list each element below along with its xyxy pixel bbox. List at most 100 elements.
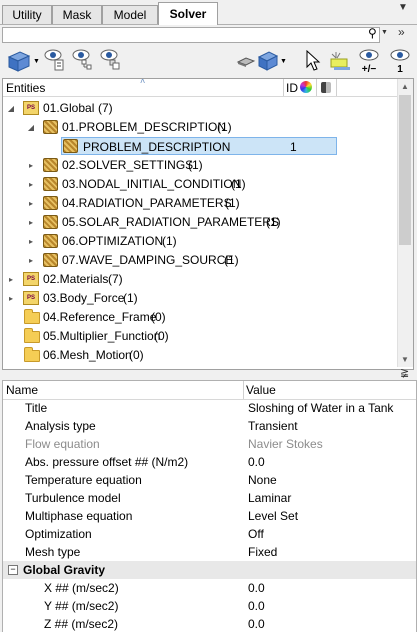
collapse-panel-icon[interactable]: ≩ <box>400 366 409 379</box>
panel-splitter[interactable]: ≩ <box>0 366 417 379</box>
color-wheel-icon[interactable] <box>300 81 312 93</box>
node-label: 02.SOLVER_SETTINGS <box>62 158 194 172</box>
expand-arrow-icon[interactable]: ▸ <box>27 232 35 251</box>
show-list-icon[interactable] <box>98 48 122 75</box>
display-cube-button[interactable]: ▼ <box>256 48 287 74</box>
property-row-gravity-x[interactable]: X ## (m/sec2) 0.0 <box>3 579 416 597</box>
property-group-global-gravity[interactable]: − Global Gravity <box>3 561 416 579</box>
tree-node-solver-settings[interactable]: ▸ 02.SOLVER_SETTINGS (1) <box>3 156 397 175</box>
tree-node-global[interactable]: ◢ PS 01.Global (7) <box>3 99 397 118</box>
property-value: Navier Stokes <box>248 437 323 451</box>
expand-toolbar-icon[interactable]: » <box>398 25 405 39</box>
scroll-thumb[interactable] <box>399 95 411 245</box>
property-value[interactable]: 0.0 <box>248 615 265 632</box>
scroll-down-icon[interactable]: ▼ <box>401 355 409 364</box>
value-column-header[interactable]: Value <box>246 381 276 399</box>
tree-node-nodal-initial-condition[interactable]: ▸ 03.NODAL_INITIAL_CONDITION (1) <box>3 175 397 194</box>
tree-node-multiplier-function[interactable]: 05.Multiplier_Function (0) <box>3 327 397 346</box>
expand-arrow-icon[interactable]: ▸ <box>27 251 35 270</box>
collapse-arrow-icon[interactable]: ◢ <box>27 118 35 137</box>
dropdown-icon: ▼ <box>33 57 40 65</box>
sort-arrow-icon: ˄ <box>140 78 146 86</box>
property-name: Analysis type <box>25 419 96 433</box>
expand-arrow-icon[interactable]: ▸ <box>27 194 35 213</box>
group-label: Global Gravity <box>23 563 106 577</box>
property-name: X ## (m/sec2) <box>44 581 119 595</box>
node-label: 03.NODAL_INITIAL_CONDITION <box>62 177 242 191</box>
display-mode-icon[interactable] <box>321 82 331 93</box>
show-id-icon[interactable] <box>42 48 66 75</box>
node-count: (1) <box>224 253 239 267</box>
name-column-header[interactable]: Name <box>6 381 38 399</box>
surface-icon[interactable] <box>236 52 256 73</box>
property-value[interactable]: 0.0 <box>248 579 265 597</box>
menu-down-icon[interactable]: ▼ <box>398 2 408 13</box>
property-name: Optimization <box>25 527 92 541</box>
tree-node-problem-description[interactable]: ◢ 01.PROBLEM_DESCRIPTION (1) <box>3 118 397 137</box>
property-row-multiphase-equation[interactable]: Multiphase equation Level Set <box>3 507 416 525</box>
property-name: Flow equation <box>25 437 100 451</box>
property-value[interactable]: Off <box>248 525 264 543</box>
scroll-up-icon[interactable]: ▲ <box>401 82 409 91</box>
property-value[interactable]: Transient <box>248 417 298 435</box>
search-dropdown-icon[interactable]: ▼ <box>381 29 388 36</box>
show-toggle-button[interactable]: +/− <box>356 48 382 75</box>
property-header: Name Value <box>3 381 416 400</box>
card-icon <box>43 234 58 248</box>
expand-arrow-icon[interactable]: ▸ <box>27 175 35 194</box>
tab-utility[interactable]: Utility <box>2 5 52 24</box>
highlight-icon[interactable] <box>328 50 352 75</box>
entities-column-header[interactable]: Entities <box>6 81 45 95</box>
tree-node-radiation-parameters[interactable]: ▸ 04.RADIATION_PARAMETERS (1) <box>3 194 397 213</box>
tree-node-materials[interactable]: ▸ PS 02.Materials (7) <box>3 270 397 289</box>
property-row-gravity-y[interactable]: Y ## (m/sec2) 0.0 <box>3 597 416 615</box>
entity-selector-button[interactable]: ▼ <box>6 48 40 74</box>
property-row-temperature-equation[interactable]: Temperature equation None <box>3 471 416 489</box>
entity-tree[interactable]: Entities ˄ ID ◢ PS 01.Global (7) ◢ 01.PR… <box>2 78 414 370</box>
property-value[interactable]: Sloshing of Water in a Tank <box>248 399 393 417</box>
property-value[interactable]: Level Set <box>248 507 298 525</box>
property-row-title[interactable]: Title Sloshing of Water in a Tank <box>3 399 416 417</box>
expand-arrow-icon[interactable]: ▸ <box>27 156 35 175</box>
tree-node-problem-description-entity[interactable]: PROBLEM_DESCRIPTION 1 <box>61 137 337 155</box>
property-row-turbulence-model[interactable]: Turbulence model Laminar <box>3 489 416 507</box>
property-value[interactable]: 0.0 <box>248 597 265 615</box>
eye-icon <box>390 49 410 61</box>
node-label: 07.WAVE_DAMPING_SOURCE <box>62 253 234 267</box>
tree-node-solar-radiation-parameters[interactable]: ▸ 05.SOLAR_RADIATION_PARAMETERS (1) <box>3 213 397 232</box>
tree-node-mesh-motion[interactable]: 06.Mesh_Motion (0) <box>3 346 397 365</box>
property-name: Temperature equation <box>25 473 142 487</box>
tab-solver[interactable]: Solver <box>158 2 218 25</box>
node-label: 02.Materials <box>43 272 109 286</box>
property-row-analysis-type[interactable]: Analysis type Transient <box>3 417 416 435</box>
node-count: (0) <box>151 310 166 324</box>
collapse-arrow-icon[interactable]: ◢ <box>7 99 15 118</box>
expand-arrow-icon[interactable]: ▸ <box>7 270 15 289</box>
tree-node-body-force[interactable]: ▸ PS 03.Body_Force (1) <box>3 289 397 308</box>
collapse-group-icon[interactable]: − <box>8 565 18 575</box>
tree-node-reference-frame[interactable]: 04.Reference_Frame (0) <box>3 308 397 327</box>
property-value[interactable]: 0.0 <box>248 453 265 471</box>
tab-model[interactable]: Model <box>102 5 158 24</box>
property-value[interactable]: None <box>248 471 277 489</box>
dropdown-icon: ▼ <box>280 57 287 65</box>
expand-arrow-icon[interactable]: ▸ <box>7 289 15 308</box>
property-row-flow-equation: Flow equation Navier Stokes <box>3 435 416 453</box>
property-row-abs-pressure-offset[interactable]: Abs. pressure offset ## (N/m2) 0.0 <box>3 453 416 471</box>
tree-scrollbar[interactable]: ▲ ▼ <box>397 79 413 367</box>
property-value[interactable]: Laminar <box>248 489 291 507</box>
search-icon[interactable]: ⚲ <box>368 26 377 40</box>
id-column-header[interactable]: ID <box>286 81 298 95</box>
cursor-select-icon[interactable] <box>305 49 321 75</box>
property-value[interactable]: Fixed <box>248 543 277 561</box>
property-row-optimization[interactable]: Optimization Off <box>3 525 416 543</box>
tree-node-wave-damping-source[interactable]: ▸ 07.WAVE_DAMPING_SOURCE (1) <box>3 251 397 270</box>
expand-arrow-icon[interactable]: ▸ <box>27 213 35 232</box>
property-row-mesh-type[interactable]: Mesh type Fixed <box>3 543 416 561</box>
search-input[interactable] <box>2 27 380 43</box>
show-tree-icon[interactable] <box>70 48 94 75</box>
show-one-button[interactable]: 1 <box>388 48 412 75</box>
tree-node-optimization[interactable]: ▸ 06.OPTIMIZATION (1) <box>3 232 397 251</box>
property-row-gravity-z[interactable]: Z ## (m/sec2) 0.0 <box>3 615 416 632</box>
tab-mask[interactable]: Mask <box>52 5 102 24</box>
